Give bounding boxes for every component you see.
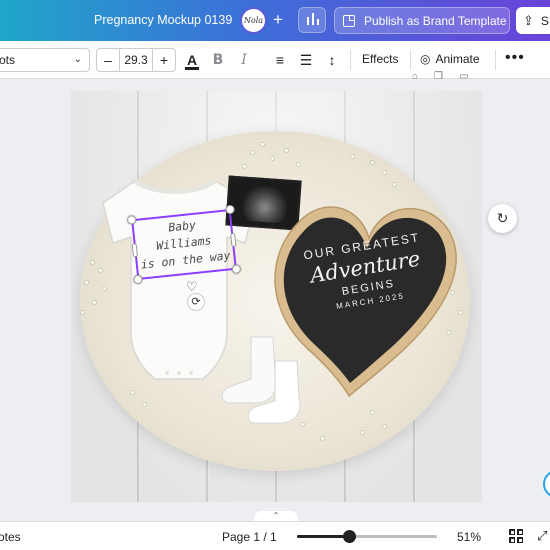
line-spacing-icon[interactable]: ↕ [322, 50, 342, 70]
insights-chart-icon[interactable] [298, 7, 326, 33]
zoom-percentage[interactable]: 51% [457, 530, 481, 544]
publish-label: Publish as Brand Template [364, 13, 507, 28]
animate-icon: ◎ [420, 52, 431, 66]
publish-icon [343, 14, 355, 27]
animate-label: Animate [435, 52, 480, 66]
user-avatar[interactable]: Nola [240, 7, 267, 34]
toolbar-divider [350, 50, 351, 70]
collapse-notes-tab[interactable]: ⌃ [254, 511, 298, 521]
decrease-size-button[interactable]: – [97, 52, 119, 68]
font-size-stepper[interactable]: – 29.3 + [96, 48, 176, 72]
page-actions: ⌂ ❐ ▭ [412, 71, 468, 82]
add-comment-icon[interactable]: ↻ [488, 204, 517, 233]
zoom-slider-knob[interactable] [343, 530, 356, 543]
page-indicator[interactable]: Page 1 / 1 [222, 530, 277, 544]
top-header-bar: Pregnancy Mockup 0139 Nola + Publish as … [0, 0, 550, 41]
toolbar-divider [410, 50, 411, 70]
onesie-text[interactable]: Baby Williams is on the way [133, 211, 234, 278]
baby-socks [221, 336, 301, 424]
text-color-button[interactable]: A [182, 50, 202, 70]
duplicate-icon[interactable]: ❐ [434, 71, 443, 82]
lock-icon[interactable]: ⌂ [412, 71, 418, 82]
zoom-slider-fill [297, 535, 349, 538]
add-page-icon[interactable]: ▭ [459, 71, 468, 82]
bottom-bar: otes Page 1 / 1 51% ⤢ [0, 521, 550, 550]
share-label: S [540, 13, 549, 28]
increase-size-button[interactable]: + [153, 52, 175, 68]
upload-icon: ⇪ [523, 12, 534, 28]
design-page[interactable]: OUR GREATEST Adventure BEGINS MARCH 2025… [71, 91, 482, 502]
align-center-icon[interactable]: ≡ [270, 50, 290, 70]
chevron-down-icon: ⌄ [73, 54, 82, 65]
font-family-dropdown[interactable]: ots ⌄ [0, 48, 90, 72]
publish-brand-template-button[interactable]: Publish as Brand Template [334, 7, 510, 34]
font-size-input[interactable]: 29.3 [119, 49, 153, 71]
rotate-handle-icon[interactable]: ⟳ [187, 293, 205, 311]
animate-button[interactable]: ◎ Animate [420, 52, 480, 66]
toolbar-divider [495, 50, 496, 70]
share-button[interactable]: ⇪ S [516, 7, 550, 34]
notes-button[interactable]: otes [0, 530, 21, 544]
bullet-list-icon[interactable]: ☰ [296, 50, 316, 70]
effects-button[interactable]: Effects [362, 52, 398, 66]
italic-button[interactable]: I [234, 50, 254, 70]
grid-view-icon[interactable] [509, 529, 523, 543]
fullscreen-icon[interactable]: ⤢ [537, 528, 547, 544]
add-collaborator-button[interactable]: + [267, 9, 289, 31]
more-options-button[interactable]: ••• [505, 49, 525, 67]
selected-text-box[interactable]: Baby Williams is on the way [126, 204, 242, 285]
bold-button[interactable]: B [208, 50, 228, 70]
font-family-value: ots [0, 53, 16, 67]
zoom-slider[interactable] [297, 530, 437, 543]
document-title[interactable]: Pregnancy Mockup 0139 [94, 13, 232, 27]
